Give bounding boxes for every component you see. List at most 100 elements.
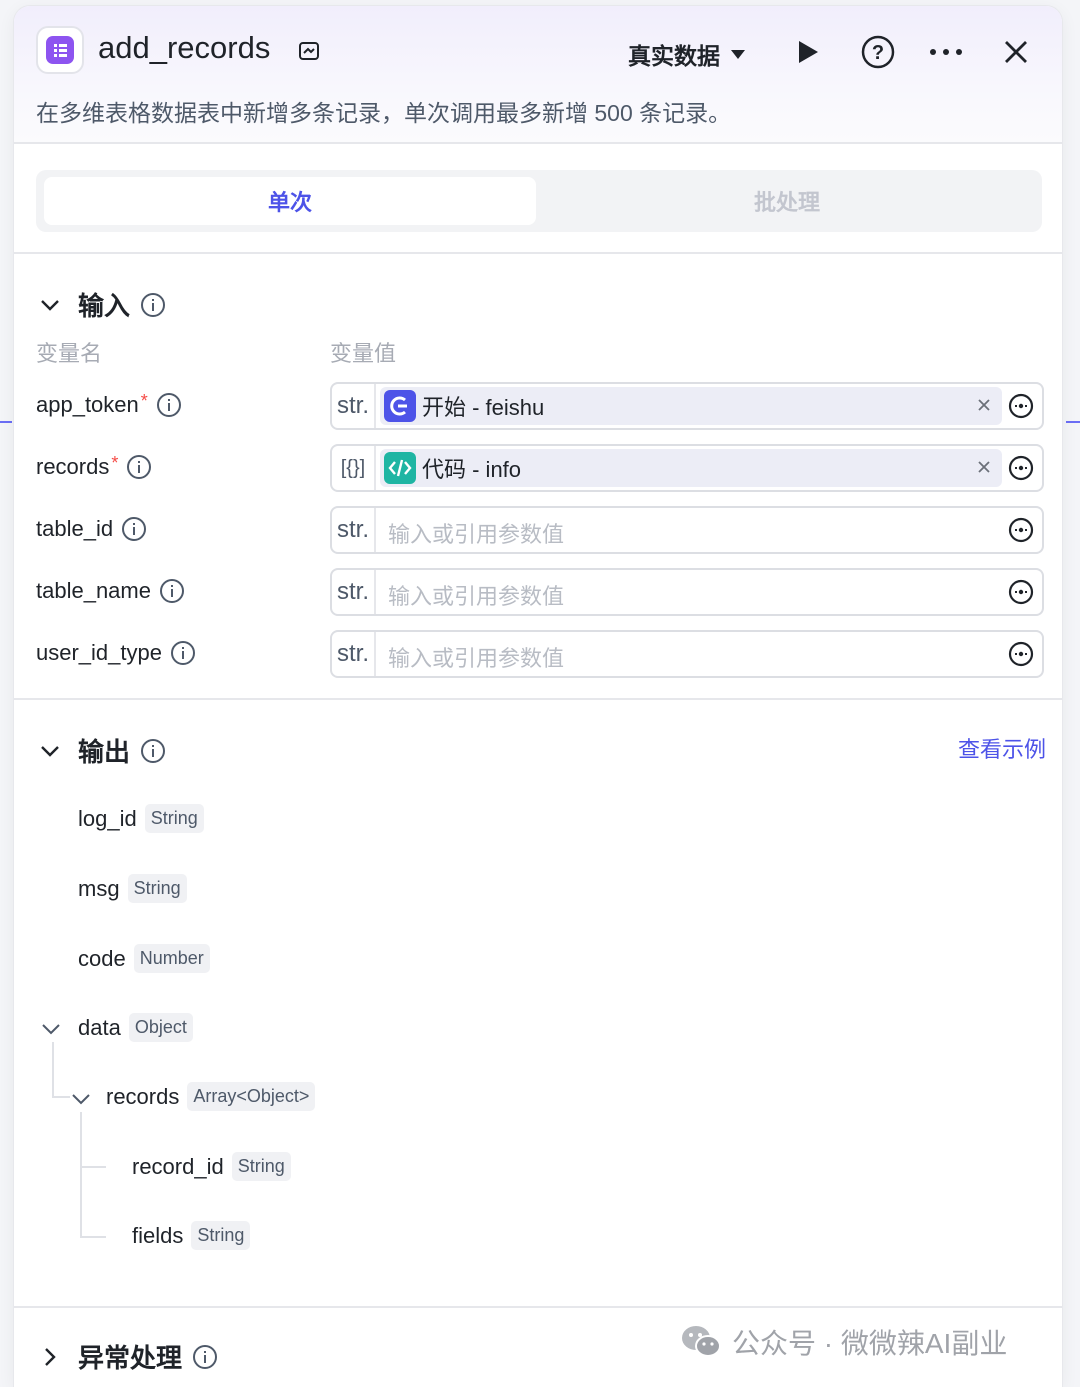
tab-single[interactable]: 单次 xyxy=(44,177,536,225)
help-button[interactable]: ? xyxy=(858,32,898,72)
chevron-right-icon xyxy=(45,1347,56,1366)
output-field: records Array<Object> xyxy=(106,1082,316,1111)
data-mode-dropdown[interactable]: 真实数据 xyxy=(628,37,746,71)
chevron-down-icon xyxy=(41,299,59,311)
output-section-header[interactable]: 输出 xyxy=(38,732,166,769)
variable-picker-icon[interactable] xyxy=(1008,393,1034,419)
canvas-connection-line-left xyxy=(0,421,12,423)
user-id-type-field[interactable]: str. 输入或引用参数值 xyxy=(330,630,1044,678)
chevron-down-icon[interactable] xyxy=(70,1088,92,1110)
variable-picker-icon[interactable] xyxy=(1008,579,1034,605)
close-button[interactable] xyxy=(996,32,1036,72)
data-mode-label: 真实数据 xyxy=(628,43,720,69)
output-field: record_id String xyxy=(132,1152,291,1181)
output-field: data Object xyxy=(78,1013,193,1042)
param-name-app-token: app_token * xyxy=(36,390,182,418)
play-icon xyxy=(799,41,818,63)
plugin-icon xyxy=(36,26,84,74)
info-icon[interactable] xyxy=(121,516,147,542)
param-name-user-id-type: user_id_type xyxy=(36,640,196,666)
start-node-icon xyxy=(384,390,416,422)
app-token-field[interactable]: str. 开始 - feishu xyxy=(330,382,1044,430)
run-mode-tabs: 单次 批处理 xyxy=(36,170,1042,232)
type-badge: str. xyxy=(332,570,376,614)
help-icon: ? xyxy=(861,35,895,69)
node-config-panel: add_records 真实数据 ? 在多维表格数据表中新增多条记录，单次调用最… xyxy=(14,6,1062,1387)
node-title: add_records xyxy=(98,30,271,65)
info-icon[interactable] xyxy=(140,292,166,318)
type-badge: str. xyxy=(332,632,376,676)
variable-picker-icon[interactable] xyxy=(1008,455,1034,481)
param-name-table-id: table_id xyxy=(36,516,147,542)
type-badge: str. xyxy=(332,384,376,428)
chevron-down-icon xyxy=(41,745,59,757)
output-field: fields String xyxy=(132,1221,251,1250)
reference-text: 代码 - info xyxy=(422,457,522,482)
user-id-type-input[interactable]: 输入或引用参数值 xyxy=(388,641,564,673)
type-tag: String xyxy=(144,804,204,833)
divider xyxy=(14,252,1062,254)
type-tag: Array<Object> xyxy=(187,1082,316,1111)
info-icon[interactable] xyxy=(140,738,166,764)
divider xyxy=(14,698,1062,700)
input-section-title: 输入 xyxy=(78,291,131,321)
type-tag: Object xyxy=(128,1013,193,1042)
more-icon xyxy=(930,49,962,55)
type-badge: str. xyxy=(332,508,376,552)
tree-line xyxy=(52,1096,70,1098)
variable-reference-tag[interactable]: 开始 - feishu xyxy=(380,387,1002,425)
tree-line xyxy=(52,1042,54,1096)
type-badge: [{}] xyxy=(332,446,376,490)
table-id-input[interactable]: 输入或引用参数值 xyxy=(388,517,564,549)
tree-line xyxy=(80,1236,106,1238)
tree-line xyxy=(80,1166,106,1168)
close-icon xyxy=(1005,41,1027,63)
error-handling-section-header[interactable]: 异常处理 xyxy=(38,1338,218,1375)
info-icon[interactable] xyxy=(170,640,196,666)
output-field: code Number xyxy=(78,944,210,973)
table-name-input[interactable]: 输入或引用参数值 xyxy=(388,579,564,611)
divider xyxy=(14,1306,1062,1308)
more-button[interactable] xyxy=(926,32,966,72)
param-name-records: records * xyxy=(36,452,152,480)
error-handling-title: 异常处理 xyxy=(78,1343,183,1373)
info-icon[interactable] xyxy=(126,454,152,480)
view-example-link[interactable]: 查看示例 xyxy=(958,732,1046,764)
run-button[interactable] xyxy=(788,32,828,72)
clear-icon[interactable] xyxy=(974,395,994,415)
table-name-field[interactable]: str. 输入或引用参数值 xyxy=(330,568,1044,616)
tree-line xyxy=(80,1112,82,1236)
info-icon[interactable] xyxy=(192,1344,218,1370)
type-tag: String xyxy=(231,1152,291,1181)
tab-batch[interactable]: 批处理 xyxy=(540,177,1034,225)
variable-reference-tag[interactable]: 代码 - info xyxy=(380,449,1002,487)
required-mark: * xyxy=(140,390,148,411)
wechat-icon xyxy=(682,1326,721,1357)
variable-picker-icon[interactable] xyxy=(1008,641,1034,667)
watermark-text: 公众号 · 微微辣AI副业 xyxy=(732,1328,1008,1359)
canvas-connection-line-right xyxy=(1066,421,1080,423)
variable-picker-icon[interactable] xyxy=(1008,517,1034,543)
watermark: 公众号 · 微微辣AI副业 xyxy=(680,1322,1007,1362)
code-node-icon xyxy=(384,452,416,484)
output-field: log_id String xyxy=(78,804,204,833)
info-icon[interactable] xyxy=(156,392,182,418)
clear-icon[interactable] xyxy=(974,457,994,477)
input-section-header[interactable]: 输入 xyxy=(38,286,166,323)
caret-down-icon xyxy=(731,50,745,59)
column-header-name: 变量名 xyxy=(36,341,103,366)
param-name-table-name: table_name xyxy=(36,578,185,604)
chevron-down-icon[interactable] xyxy=(40,1018,62,1040)
table-id-field[interactable]: str. 输入或引用参数值 xyxy=(330,506,1044,554)
output-section-title: 输出 xyxy=(78,737,131,767)
type-tag: String xyxy=(127,874,187,903)
type-tag: String xyxy=(191,1221,251,1250)
node-description: 在多维表格数据表中新增多条记录，单次调用最多新增 500 条记录。 xyxy=(36,100,732,126)
records-field[interactable]: [{}] 代码 - info xyxy=(330,444,1044,492)
info-icon[interactable] xyxy=(159,578,185,604)
output-field: msg String xyxy=(78,874,187,903)
reference-text: 开始 - feishu xyxy=(422,395,545,420)
column-header-value: 变量值 xyxy=(330,341,397,366)
required-mark: * xyxy=(111,452,119,473)
edit-title-icon[interactable] xyxy=(298,40,320,62)
